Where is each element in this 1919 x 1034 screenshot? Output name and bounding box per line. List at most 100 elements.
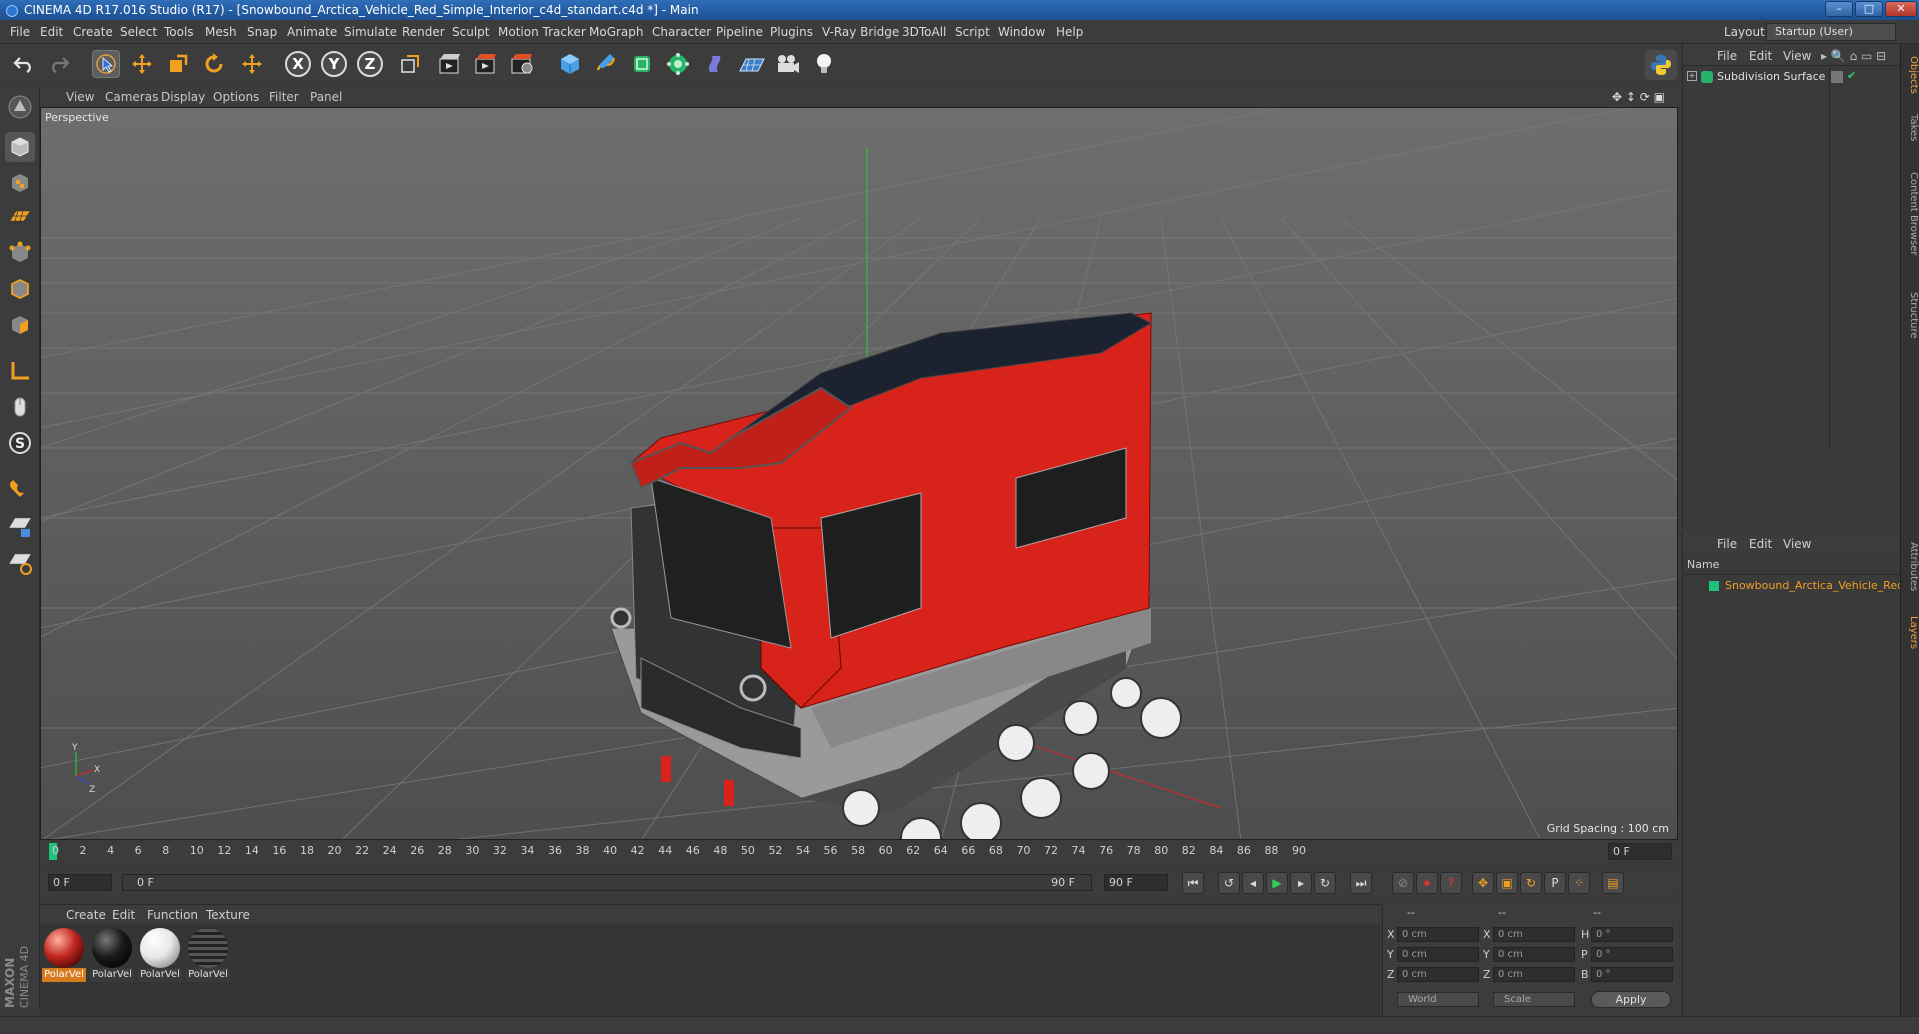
tweak-mode-icon[interactable] (5, 392, 35, 422)
model-mode-icon[interactable] (5, 132, 35, 162)
viewport-menu-filter[interactable]: Filter (269, 90, 299, 104)
visibility-editor-icon[interactable] (1831, 71, 1843, 83)
menu-window[interactable]: Window (998, 25, 1045, 39)
render-view-icon[interactable] (436, 50, 464, 78)
tab-structure[interactable]: Structure (1902, 280, 1919, 350)
previous-frame-icon[interactable]: ◂ (1242, 872, 1264, 894)
object-row-subdivision-surface[interactable]: + Subdivision Surface ✔ (1683, 68, 1901, 448)
tab-attributes[interactable]: Attributes (1902, 532, 1919, 602)
enable-axis-icon[interactable] (5, 356, 35, 386)
object-manager-tools-icon[interactable]: ▸ 🔍 ⌂ ▭ ⊟ (1821, 49, 1886, 63)
menu-tools[interactable]: Tools (164, 25, 194, 39)
size-z-field[interactable]: 0 cm (1493, 967, 1575, 982)
menu-script[interactable]: Script (955, 25, 990, 39)
menu-motion-tracker[interactable]: Motion Tracker (498, 25, 586, 39)
layer-menu-edit[interactable]: Edit (1749, 537, 1772, 551)
rotation-b-field[interactable]: 0 ° (1591, 967, 1673, 982)
scale-tool-icon[interactable] (164, 50, 192, 78)
menu-render[interactable]: Render (402, 25, 445, 39)
material-swatch[interactable]: PolarVel (138, 928, 182, 984)
transform-tool-icon[interactable] (238, 50, 266, 78)
object-menu-view[interactable]: View (1783, 49, 1811, 63)
polygons-mode-icon[interactable] (5, 310, 35, 340)
edges-mode-icon[interactable] (5, 274, 35, 304)
menu-sculpt[interactable]: Sculpt (452, 25, 489, 39)
start-frame-field[interactable]: 0 F (48, 874, 112, 891)
menu-help[interactable]: Help (1056, 25, 1083, 39)
rotation-h-field[interactable]: 0 ° (1591, 927, 1673, 942)
texture-mode-icon[interactable] (5, 168, 35, 198)
rotation-p-field[interactable]: 0 ° (1591, 947, 1673, 962)
frame-range-slider[interactable]: 0 F 90 F (122, 874, 1092, 891)
menu-plugins[interactable]: Plugins (770, 25, 813, 39)
end-frame-field[interactable]: 90 F (1104, 874, 1168, 891)
menu-create[interactable]: Create (73, 25, 113, 39)
viewport-menu-view[interactable]: View (66, 90, 94, 104)
render-settings-icon[interactable] (508, 50, 536, 78)
layer-menu-file[interactable]: File (1717, 537, 1737, 551)
menu-simulate[interactable]: Simulate (344, 25, 397, 39)
go-to-start-icon[interactable]: ⏮ (1182, 872, 1204, 894)
cube-object-icon[interactable] (556, 50, 584, 78)
menu-vray-bridge[interactable]: V-Ray Bridge (822, 25, 899, 39)
perspective-viewport[interactable]: Y X Z Perspective Grid Spacing : 100 cm (40, 107, 1678, 840)
coordinate-mode-dropdown[interactable]: World (1397, 992, 1479, 1007)
light-object-icon[interactable] (810, 50, 838, 78)
snowbound-vehicle-model[interactable] (610, 312, 1182, 840)
layer-row[interactable]: Snowbound_Arctica_Vehicle_Red_ (1683, 578, 1910, 596)
menu-select[interactable]: Select (120, 25, 157, 39)
layer-menu-view[interactable]: View (1783, 537, 1811, 551)
menu-3dtoall[interactable]: 3DToAll (902, 25, 946, 39)
position-z-field[interactable]: 0 cm (1397, 967, 1479, 982)
keyframe-selection-icon[interactable]: ? (1440, 872, 1462, 894)
viewport-menu-display[interactable]: Display (161, 90, 205, 104)
floor-object-icon[interactable] (738, 50, 766, 78)
material-menu-texture[interactable]: Texture (206, 908, 250, 922)
timeline-window-icon[interactable]: ▤ (1602, 872, 1624, 894)
previous-key-icon[interactable]: ↺ (1218, 872, 1240, 894)
menu-file[interactable]: File (10, 25, 30, 39)
menu-pipeline[interactable]: Pipeline (716, 25, 763, 39)
array-mograph-icon[interactable] (664, 50, 692, 78)
coordinate-system-icon[interactable] (396, 50, 424, 78)
python-icon[interactable] (1645, 50, 1677, 80)
menu-animate[interactable]: Animate (287, 25, 337, 39)
y-axis-lock-button[interactable]: Y (320, 50, 348, 78)
make-editable-icon[interactable] (5, 92, 35, 122)
x-axis-lock-button[interactable]: X (284, 50, 312, 78)
material-swatch[interactable]: PolarVel (42, 928, 86, 984)
current-frame-field[interactable]: 0 F (1608, 843, 1672, 860)
material-menu-function[interactable]: Function (147, 908, 198, 922)
subdivision-surface-icon[interactable] (628, 50, 656, 78)
move-tool-icon[interactable] (128, 50, 156, 78)
menu-snap[interactable]: Snap (247, 25, 277, 39)
layout-dropdown[interactable]: Startup (User) (1766, 23, 1896, 41)
timeline-ruler[interactable]: 0 2 4 6 8 10 12 14 16 18 20 22 24 26 28 30 32 34 36 38 40 42 4… (40, 842, 1678, 862)
menu-mesh[interactable]: Mesh (205, 25, 237, 39)
object-menu-edit[interactable]: Edit (1749, 49, 1772, 63)
size-x-field[interactable]: 0 cm (1493, 927, 1575, 942)
menu-mograph[interactable]: MoGraph (589, 25, 644, 39)
material-swatch[interactable]: PolarVel (90, 928, 134, 984)
deformer-icon[interactable] (702, 50, 730, 78)
play-icon[interactable]: ▶ (1266, 872, 1288, 894)
viewport-menu-options[interactable]: Options (213, 90, 259, 104)
key-scale-icon[interactable]: ▣ (1496, 872, 1518, 894)
camera-object-icon[interactable] (774, 50, 802, 78)
record-keys-icon[interactable]: ⊘ (1392, 872, 1414, 894)
key-parameter-icon[interactable]: P (1544, 872, 1566, 894)
position-y-field[interactable]: 0 cm (1397, 947, 1479, 962)
tab-layers[interactable]: Layers (1902, 608, 1919, 658)
rotate-tool-icon[interactable] (200, 50, 228, 78)
object-menu-file[interactable]: File (1717, 49, 1737, 63)
workplane-mode-icon[interactable] (5, 202, 35, 232)
key-pla-icon[interactable]: ⁘ (1568, 872, 1590, 894)
menu-character[interactable]: Character (652, 25, 711, 39)
tab-content-browser[interactable]: Content Browser (1902, 154, 1919, 274)
render-picture-viewer-icon[interactable] (472, 50, 500, 78)
apply-button[interactable]: Apply (1591, 991, 1671, 1008)
expand-icon[interactable]: + (1687, 71, 1697, 81)
close-button[interactable]: ✕ (1885, 1, 1917, 17)
snapping-icon[interactable]: S (5, 428, 35, 458)
minimize-button[interactable]: – (1825, 1, 1853, 17)
